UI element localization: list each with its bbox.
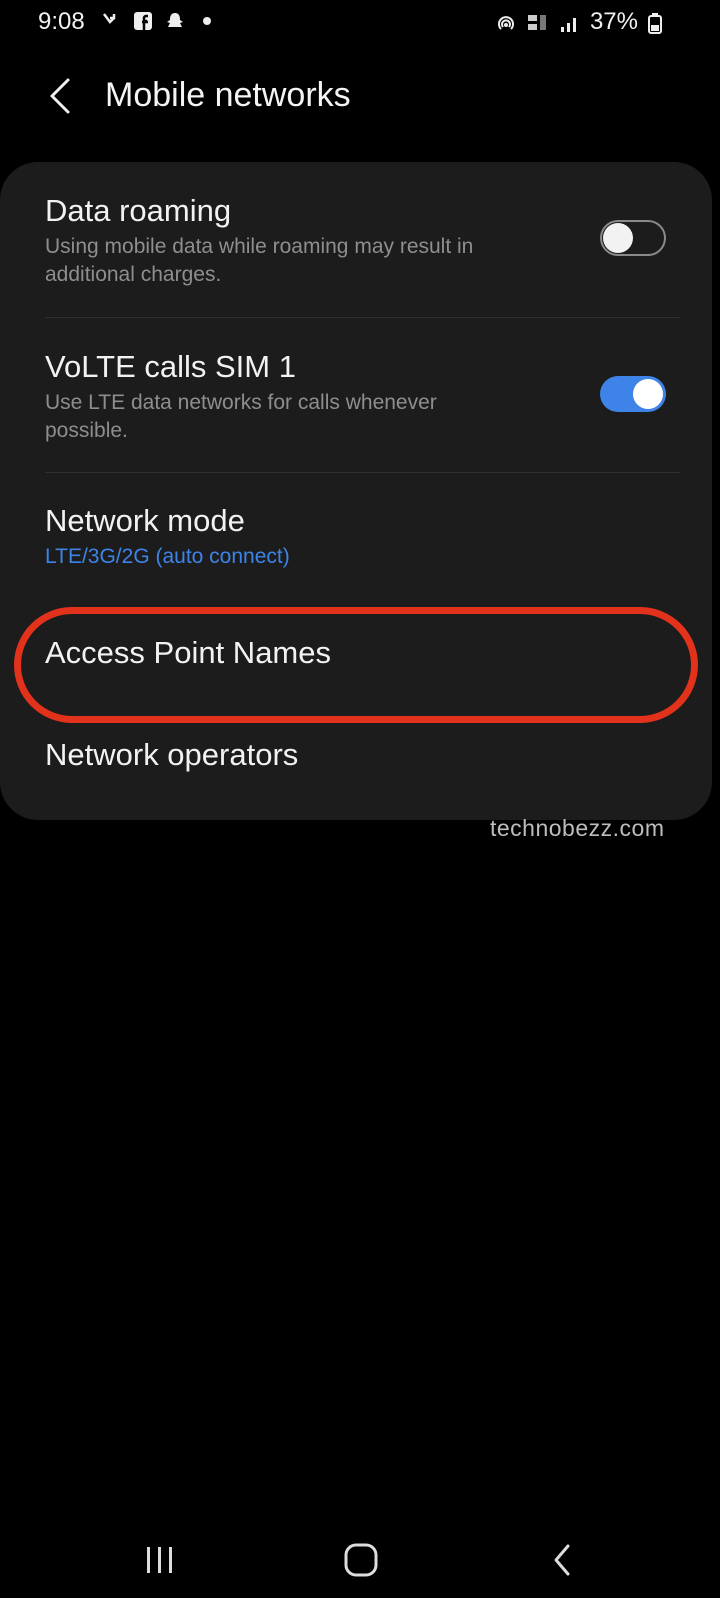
notification-dot-icon — [196, 10, 218, 32]
toggle-knob — [633, 379, 663, 409]
navigation-bar — [0, 1530, 720, 1590]
volte-toggle[interactable] — [600, 376, 666, 412]
signal-icon — [558, 11, 580, 33]
divider — [45, 317, 680, 318]
battery-icon — [648, 11, 670, 34]
missed-call-icon — [100, 10, 122, 32]
facebook-icon — [132, 10, 154, 32]
recent-apps-icon — [147, 1547, 172, 1573]
nav-back-button[interactable] — [532, 1530, 592, 1590]
nav-back-icon — [554, 1544, 570, 1576]
data-roaming-row[interactable]: Data roaming Using mobile data while roa… — [45, 192, 670, 289]
status-bar: 9:08 37% — [0, 0, 720, 44]
page-title: Mobile networks — [105, 76, 351, 114]
app-bar: Mobile networks — [0, 60, 720, 134]
data-roaming-toggle[interactable] — [600, 220, 666, 256]
volte-row[interactable]: VoLTE calls SIM 1 Use LTE data networks … — [45, 348, 670, 445]
hotspot-icon — [494, 11, 516, 33]
highlight-annotation — [14, 607, 698, 723]
volte-title: VoLTE calls SIM 1 — [45, 349, 296, 384]
system-status-icons: 37% — [494, 8, 670, 36]
back-arrow-icon — [50, 78, 70, 114]
snapchat-icon — [164, 10, 186, 32]
network-mode-row[interactable]: Network mode LTE/3G/2G (auto connect) — [45, 502, 670, 571]
battery-percent: 37% — [589, 8, 638, 35]
status-time: 9:08 — [38, 8, 85, 35]
recent-apps-button[interactable] — [130, 1530, 190, 1590]
volte-subtitle: Use LTE data networks for calls whenever… — [45, 391, 437, 442]
volte-icon — [526, 11, 548, 33]
data-roaming-subtitle: Using mobile data while roaming may resu… — [45, 235, 474, 286]
network-operators-title: Network operators — [45, 737, 299, 772]
home-icon — [344, 1543, 378, 1577]
data-roaming-title: Data roaming — [45, 193, 232, 228]
network-mode-title: Network mode — [45, 503, 245, 538]
back-button[interactable] — [40, 74, 80, 118]
network-mode-value: LTE/3G/2G (auto connect) — [45, 545, 290, 568]
home-button[interactable] — [331, 1530, 391, 1590]
divider — [45, 472, 680, 473]
notification-icons — [100, 10, 218, 32]
toggle-knob — [603, 223, 633, 253]
network-operators-row[interactable]: Network operators — [45, 736, 670, 774]
watermark: technobezz.com — [490, 815, 665, 841]
